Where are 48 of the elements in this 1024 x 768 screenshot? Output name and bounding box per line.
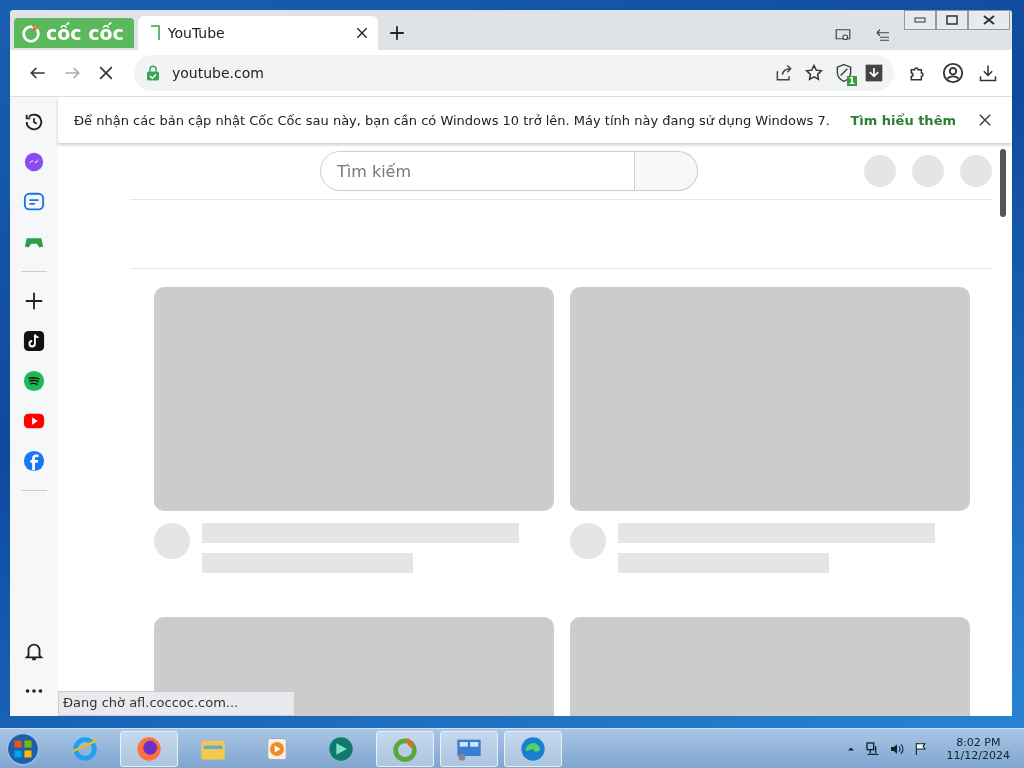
address-bar[interactable]: youtube.com 1 — [134, 55, 894, 91]
app-icon — [327, 734, 355, 763]
new-tab-icon[interactable] — [387, 24, 406, 42]
taskbar-app-button[interactable] — [376, 730, 434, 767]
add-icon[interactable] — [23, 290, 45, 312]
back-list-icon[interactable] — [874, 26, 892, 44]
facebook-icon[interactable] — [23, 450, 45, 472]
taskbar-app-button[interactable] — [120, 730, 178, 767]
loading-spinner-icon — [149, 25, 160, 41]
maximize-icon[interactable] — [946, 15, 958, 25]
close-icon[interactable] — [983, 15, 995, 25]
app-icon — [519, 734, 547, 763]
app-icon — [135, 734, 163, 763]
close-icon[interactable] — [976, 111, 994, 129]
music-note-icon[interactable] — [23, 330, 45, 352]
avatar-placeholder — [154, 523, 190, 559]
avatar-placeholder — [570, 523, 606, 559]
icon-placeholder — [912, 155, 944, 187]
chat-bubble-icon[interactable] — [23, 191, 45, 213]
network-icon[interactable] — [864, 740, 881, 757]
start-button[interactable] — [6, 731, 40, 766]
messenger-icon[interactable] — [23, 151, 45, 173]
download-icon[interactable] — [978, 63, 998, 83]
maximize-button[interactable] — [936, 10, 968, 30]
taskbar-app-button[interactable] — [440, 730, 498, 767]
icon-placeholder — [960, 155, 992, 187]
history-icon[interactable] — [23, 111, 45, 133]
search-field[interactable]: Tìm kiếm — [320, 151, 635, 191]
download-icon[interactable] — [864, 63, 884, 83]
scrollbar-thumb[interactable] — [1000, 149, 1006, 217]
spotify-icon[interactable] — [23, 370, 45, 392]
share-icon[interactable] — [774, 63, 794, 83]
clock[interactable]: 8:02 PM 11/12/2024 — [936, 735, 1018, 762]
update-notice: Để nhận các bản cập nhật Cốc Cốc sau này, bạn cần có Windows 10 trở lên. Máy tính này đang sử dụng Windows 7. — [74, 112, 831, 128]
minimize-button[interactable] — [904, 10, 936, 30]
star-icon[interactable] — [804, 63, 824, 83]
status-bubble: Đang chờ afl.coccoc.com... — [58, 691, 296, 716]
profile-icon[interactable] — [942, 62, 964, 84]
shield-icon[interactable] — [834, 63, 854, 83]
app-icon — [71, 734, 99, 763]
close-button[interactable] — [968, 10, 1010, 30]
learn-more-link[interactable]: Tìm hiểu thêm — [850, 112, 956, 128]
browser-tab[interactable]: YouTube — [137, 16, 378, 50]
taskbar-app-button[interactable] — [504, 730, 562, 767]
minimize-icon[interactable] — [914, 17, 926, 23]
icon-placeholder — [864, 155, 896, 187]
count-badge: 1 — [846, 76, 857, 86]
lock-icon — [144, 64, 162, 82]
